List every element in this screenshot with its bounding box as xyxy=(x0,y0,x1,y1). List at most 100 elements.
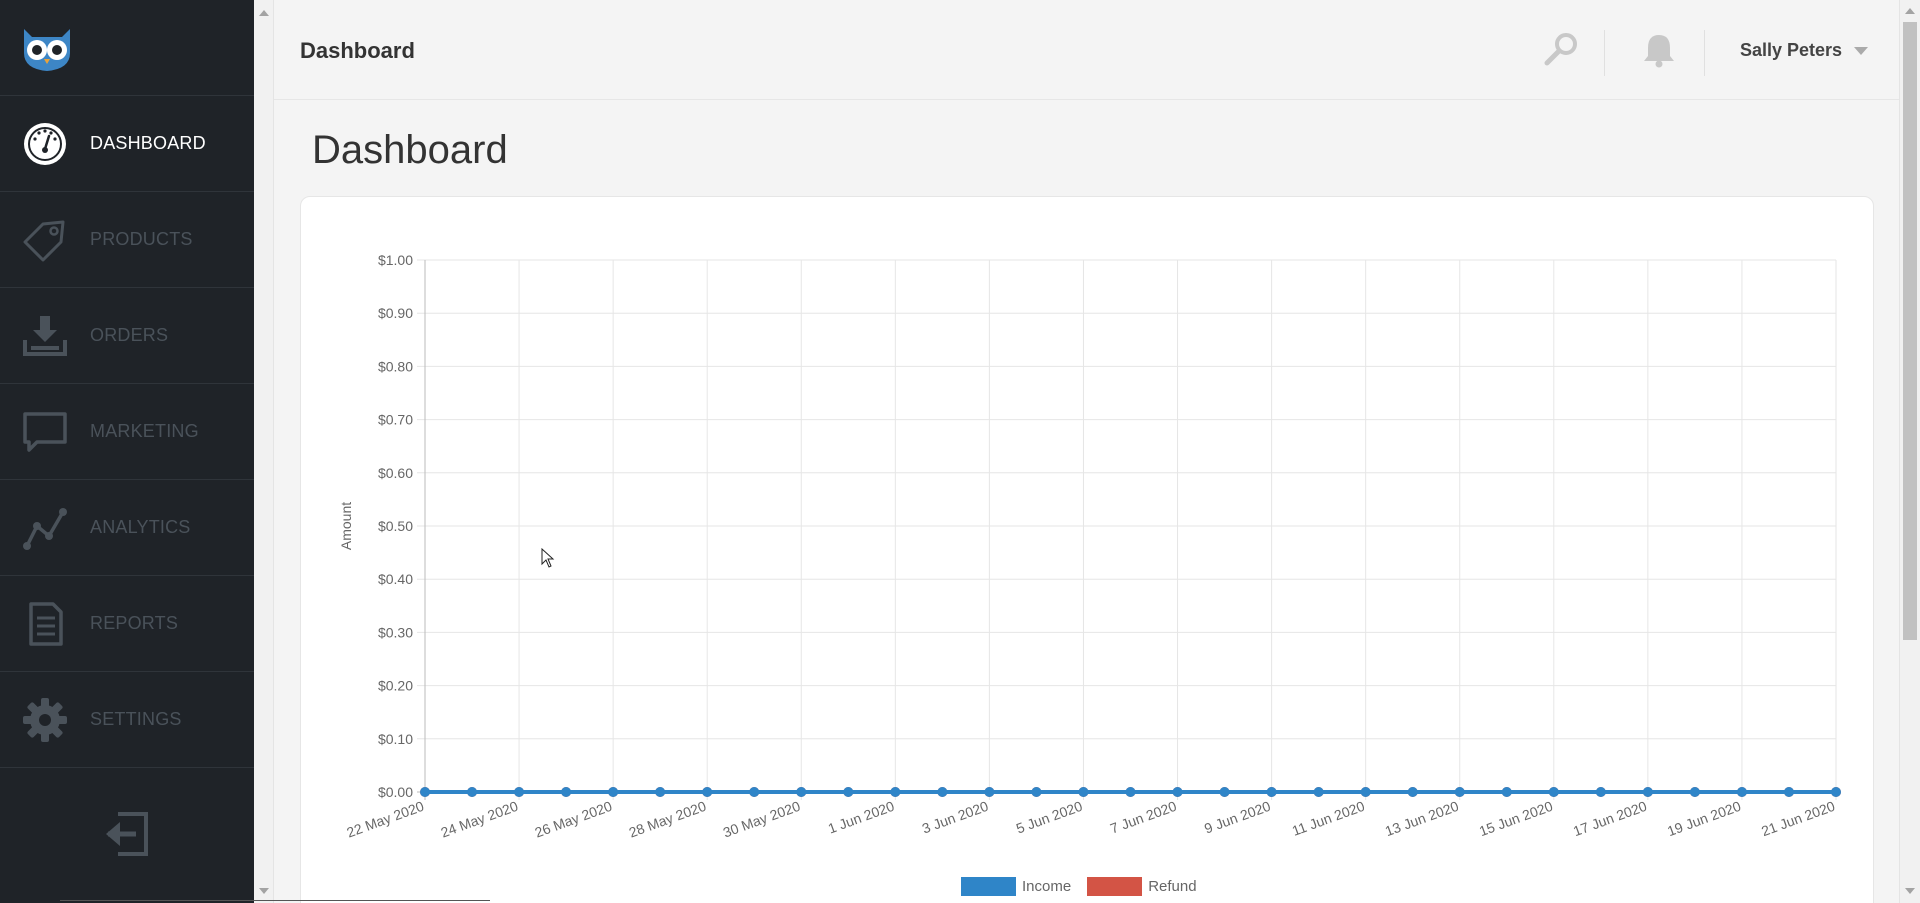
sidebar-item-analytics[interactable]: ANALYTICS xyxy=(0,480,254,576)
data-point-income xyxy=(514,787,525,797)
legend-item-refund[interactable]: Refund xyxy=(1087,877,1197,896)
scroll-down-arrow-icon[interactable] xyxy=(1905,888,1915,894)
divider xyxy=(60,900,490,901)
data-point-income xyxy=(937,787,948,797)
x-tick-label: 5 Jun 2020 xyxy=(1014,798,1085,837)
document-icon xyxy=(0,600,90,648)
x-tick-label: 13 Jun 2020 xyxy=(1383,798,1461,839)
data-point-income xyxy=(608,787,619,797)
x-tick-label: 28 May 2020 xyxy=(627,798,709,841)
x-tick-label: 22 May 2020 xyxy=(344,798,426,841)
sidebar-item-label: ORDERS xyxy=(90,325,169,345)
content-scrollbar[interactable] xyxy=(254,0,274,903)
scroll-up-arrow-icon[interactable] xyxy=(1905,8,1915,14)
page-title: Dashboard xyxy=(312,128,508,172)
x-tick-label: 26 May 2020 xyxy=(533,798,615,841)
line-graph-icon xyxy=(0,504,90,552)
data-point-income xyxy=(1454,787,1465,797)
user-menu[interactable]: Sally Peters xyxy=(1740,40,1869,61)
x-tick-label: 11 Jun 2020 xyxy=(1290,798,1367,839)
data-point-income xyxy=(467,787,478,797)
data-point-income xyxy=(749,787,760,797)
legend-label-income: Income xyxy=(1022,878,1072,895)
legend-label-refund: Refund xyxy=(1148,878,1197,895)
bell-icon xyxy=(1642,32,1676,73)
y-tick-label: $0.90 xyxy=(378,305,413,321)
data-point-income xyxy=(1407,787,1418,797)
legend-item-income[interactable]: Income xyxy=(961,877,1071,896)
sidebar-item-marketing[interactable]: MARKETING xyxy=(0,384,254,480)
data-point-income xyxy=(796,787,807,797)
chart-card: $0.00 $0.10 $0.20 $0.30 $0.40 $0.50 $0.60 $0.70… xyxy=(300,196,1874,903)
sidebar-item-orders[interactable]: ORDERS xyxy=(0,288,254,384)
y-tick-label: $0.50 xyxy=(378,518,413,534)
search-button[interactable] xyxy=(1539,30,1583,74)
data-point-income xyxy=(1266,787,1277,797)
sidebar-item-label: PRODUCTS xyxy=(90,229,193,249)
data-point-income xyxy=(1595,787,1606,797)
y-axis-label: Amount xyxy=(338,502,354,550)
download-tray-icon xyxy=(0,312,90,360)
data-point-income xyxy=(1313,787,1324,797)
y-tick-label: $0.20 xyxy=(378,678,413,694)
header-divider xyxy=(1704,30,1705,76)
data-point-income xyxy=(1172,787,1183,797)
y-tick-label: $0.60 xyxy=(378,465,413,481)
sidebar-item-reports[interactable]: REPORTS xyxy=(0,576,254,672)
y-tick-label: $0.00 xyxy=(378,784,413,800)
x-tick-label: 3 Jun 2020 xyxy=(920,798,991,837)
y-tick-label: $0.70 xyxy=(378,412,413,428)
app-window: DASHBOARD PRODUCTS ORDERS MARKETING ANAL… xyxy=(0,0,1920,903)
data-point-income xyxy=(1689,787,1700,797)
data-point-income xyxy=(1736,787,1747,797)
scroll-up-arrow-icon[interactable] xyxy=(259,10,269,16)
data-point-income xyxy=(843,787,854,797)
logout-button[interactable] xyxy=(0,770,254,903)
sidebar-item-label: REPORTS xyxy=(90,613,179,633)
x-tick-label: 1 Jun 2020 xyxy=(826,798,897,837)
sidebar-item-settings[interactable]: SETTINGS xyxy=(0,672,254,768)
mouse-cursor-icon xyxy=(541,547,555,573)
owl-logo-icon[interactable] xyxy=(0,0,254,96)
scrollbar-thumb[interactable] xyxy=(1903,22,1917,640)
y-tick-label: $0.10 xyxy=(378,731,413,747)
legend-swatch-refund xyxy=(1087,877,1143,896)
sidebar: DASHBOARD PRODUCTS ORDERS MARKETING ANAL… xyxy=(0,0,254,903)
data-point-income xyxy=(1831,787,1841,797)
chart-legend: Income Refund xyxy=(961,877,1213,896)
x-tick-label: 30 May 2020 xyxy=(721,798,803,841)
speech-bubble-icon xyxy=(0,408,90,456)
data-point-income xyxy=(702,787,713,797)
data-point-income xyxy=(561,787,572,797)
x-tick-label: 9 Jun 2020 xyxy=(1202,798,1273,837)
user-name: Sally Peters xyxy=(1740,40,1843,60)
data-point-income xyxy=(1501,787,1512,797)
page-scrollbar[interactable] xyxy=(1899,0,1920,903)
data-point-income xyxy=(1031,787,1042,797)
x-tick-label: 15 Jun 2020 xyxy=(1477,798,1555,839)
x-tick-label: 21 Jun 2020 xyxy=(1759,798,1837,839)
x-tick-label: 24 May 2020 xyxy=(439,798,521,841)
logout-icon xyxy=(102,810,152,863)
sidebar-item-products[interactable]: PRODUCTS xyxy=(0,192,254,288)
x-tick-label: 7 Jun 2020 xyxy=(1108,798,1179,837)
x-tick-label: 19 Jun 2020 xyxy=(1665,798,1743,839)
data-point-income xyxy=(1125,787,1136,797)
data-point-income xyxy=(890,787,901,797)
data-point-income xyxy=(655,787,666,797)
y-tick-label: $0.40 xyxy=(378,571,413,587)
y-tick-label: $1.00 xyxy=(378,252,413,268)
legend-swatch-income xyxy=(961,877,1016,896)
scroll-down-arrow-icon[interactable] xyxy=(259,888,269,894)
chevron-down-icon xyxy=(1854,46,1869,55)
search-icon xyxy=(1543,32,1579,73)
sidebar-item-label: ANALYTICS xyxy=(90,517,191,537)
line-chart: $0.00 $0.10 $0.20 $0.30 $0.40 $0.50 $0.60 $0.70… xyxy=(338,252,1841,841)
sidebar-item-dashboard[interactable]: DASHBOARD xyxy=(0,96,254,192)
y-tick-label: $0.30 xyxy=(378,624,413,640)
notifications-button[interactable] xyxy=(1637,30,1681,74)
data-point-income xyxy=(1783,787,1794,797)
data-point-income xyxy=(984,787,995,797)
top-header: Dashboard Sally Peters xyxy=(274,0,1899,100)
header-title: Dashboard xyxy=(300,38,415,63)
